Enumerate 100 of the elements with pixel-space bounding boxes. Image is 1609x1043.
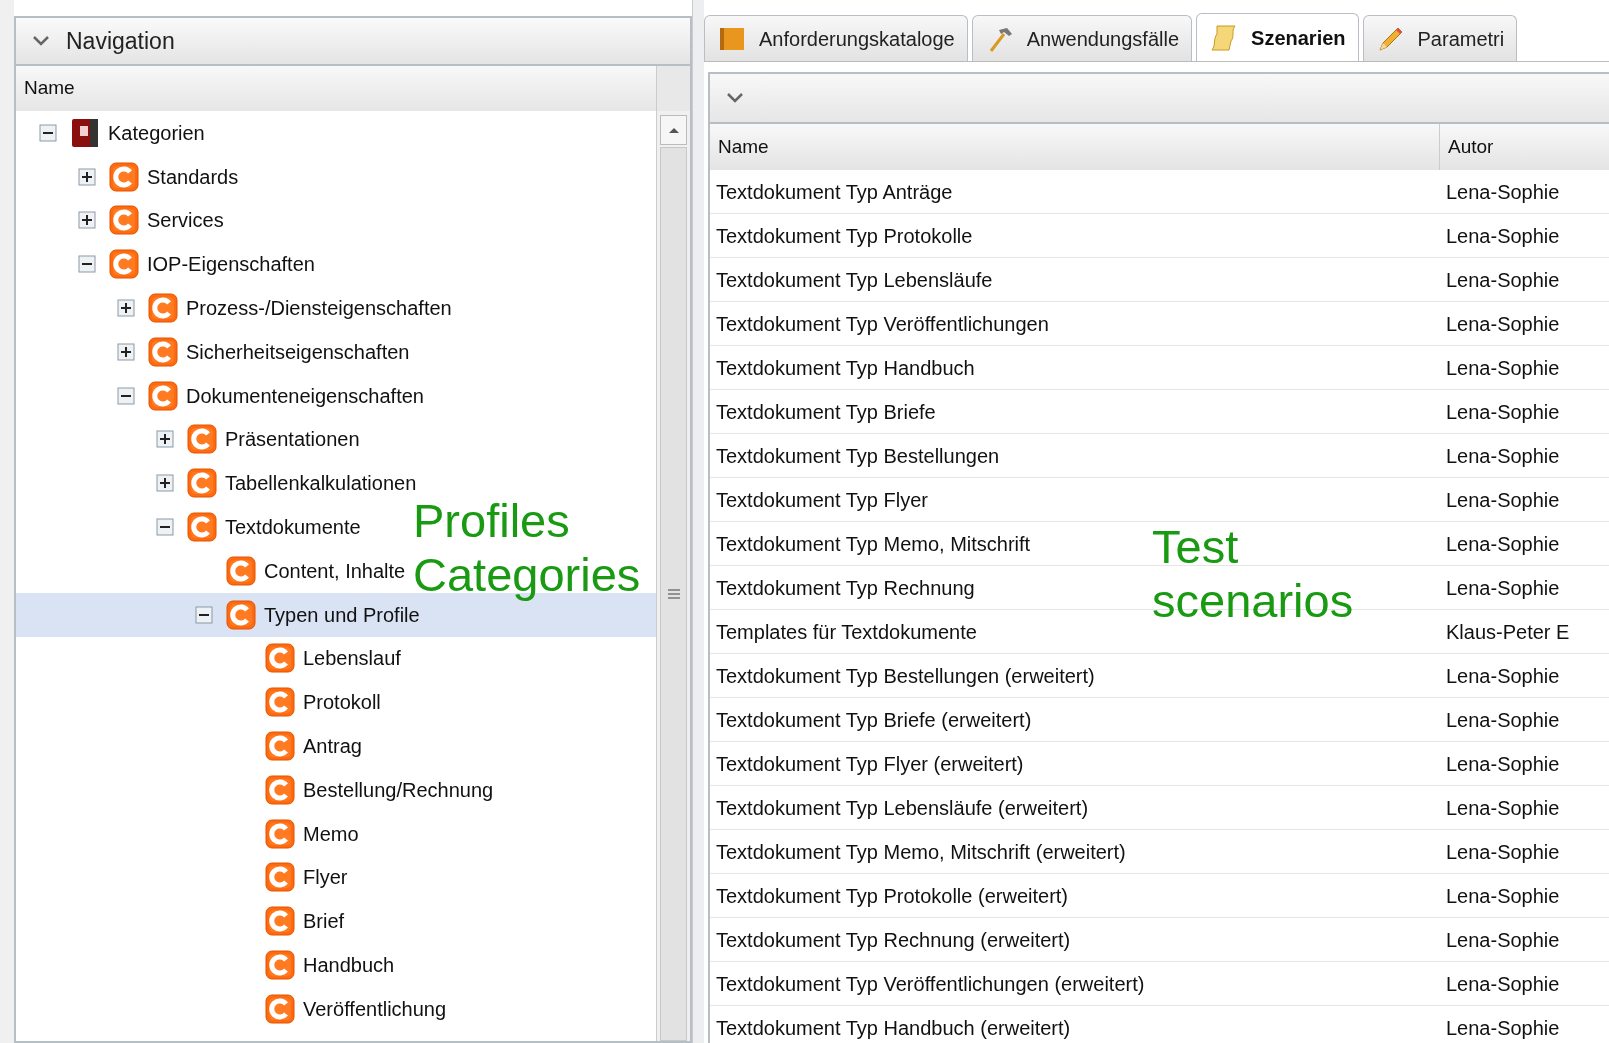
table-cell: Lena-Sophie <box>1446 664 1560 687</box>
category-icon <box>265 862 295 893</box>
category-icon <box>265 950 295 981</box>
table-cell: Lena-Sophie <box>1446 356 1560 379</box>
category-icon <box>265 643 295 674</box>
collapse-icon[interactable] <box>195 605 213 624</box>
table-cell: Lena-Sophie <box>1446 224 1560 247</box>
table-cell: Textdokument Typ Memo, Mitschrift (erweitert) <box>716 840 1126 863</box>
expand-icon[interactable] <box>78 211 96 230</box>
expand-icon[interactable] <box>117 299 135 318</box>
category-icon <box>187 512 217 543</box>
table-cell: Lena-Sophie <box>1446 928 1560 951</box>
expand-icon[interactable] <box>156 474 174 493</box>
tab[interactable]: Anwendungsfälle <box>971 15 1193 61</box>
table-cell: Textdokument Typ Handbuch <box>716 356 975 379</box>
tree-item[interactable]: Präsentationen <box>187 424 360 455</box>
table-cell: Textdokument Typ Anträge <box>716 180 953 203</box>
table-cell: Lena-Sophie <box>1446 576 1560 599</box>
collapse-icon[interactable] <box>78 255 96 274</box>
up-arrow-icon <box>667 126 680 134</box>
table-cell: Textdokument Typ Briefe <box>716 400 936 423</box>
tree-item[interactable]: Kategorien <box>70 117 205 148</box>
table-cell: Lena-Sophie <box>1446 972 1560 995</box>
tree-item[interactable]: Typen und Profile <box>226 599 420 630</box>
table-cell: Textdokument Typ Veröffentlichungen <box>716 312 1049 335</box>
table-cell: Lena-Sophie <box>1446 180 1560 203</box>
table-cell: Textdokument Typ Flyer <box>716 488 928 511</box>
table-cell: Textdokument Typ Briefe (erweitert) <box>716 708 1032 731</box>
tree-item[interactable]: Sicherheitseigenschaften <box>148 336 410 367</box>
tree-item[interactable]: Dokumenteneigenschaften <box>148 380 424 411</box>
tree-item[interactable]: Textdokumente <box>187 512 361 543</box>
panel-title: Navigation <box>66 26 175 56</box>
tree-item[interactable]: Bestellung/Rechnung <box>265 774 494 805</box>
tree-item[interactable]: Flyer <box>265 862 348 893</box>
table-cell: Lena-Sophie <box>1446 884 1560 907</box>
tree-item[interactable]: Services <box>109 205 224 236</box>
table-cell: Templates für Textdokumente <box>716 620 977 643</box>
scrollbar-thumb[interactable] <box>660 147 687 1041</box>
tree-item[interactable]: Antrag <box>265 731 362 762</box>
collapse-icon[interactable] <box>117 386 135 405</box>
category-icon <box>265 906 295 937</box>
table-cell: Lena-Sophie <box>1446 708 1560 731</box>
table-cell: Textdokument Typ Lebensläufe <box>716 268 993 291</box>
table-cell: Lena-Sophie <box>1446 1016 1560 1039</box>
category-icon <box>265 687 295 718</box>
tree-item[interactable]: Brief <box>265 906 345 937</box>
tab[interactable]: Parametri <box>1362 15 1518 61</box>
chevron-down-icon[interactable] <box>726 92 744 104</box>
table-cell: Klaus-Peter E <box>1446 620 1570 643</box>
tree-item[interactable]: Memo <box>265 818 359 849</box>
table-cell: Textdokument Typ Rechnung <box>716 576 975 599</box>
column-header[interactable]: Name <box>710 124 1440 170</box>
category-icon <box>187 424 217 455</box>
table-cell: Lena-Sophie <box>1446 488 1560 511</box>
tree-item[interactable]: Content, Inhalte <box>226 555 406 586</box>
table-cell: Lena-Sophie <box>1446 796 1560 819</box>
scroll-up-button[interactable] <box>660 115 687 145</box>
category-icon <box>148 336 178 367</box>
table-cell: Textdokument Typ Lebensläufe (erweitert) <box>716 796 1089 819</box>
expand-icon[interactable] <box>117 342 135 361</box>
category-icon <box>148 293 178 324</box>
tab[interactable]: Szenarien <box>1196 13 1359 61</box>
category-icon <box>265 731 295 762</box>
column-header[interactable]: Autor <box>1440 124 1609 170</box>
tree-item[interactable]: Protokoll <box>265 687 381 718</box>
book-icon <box>70 117 100 148</box>
category-icon <box>226 599 256 630</box>
table-cell: Lena-Sophie <box>1446 840 1560 863</box>
annotation-label: Test scenarios <box>1152 520 1354 628</box>
table-cell: Textdokument Typ Bestellungen <box>716 444 1000 467</box>
category-icon <box>109 161 139 192</box>
expand-icon[interactable] <box>156 430 174 449</box>
table-cell: Textdokument Typ Memo, Mitschrift <box>716 532 1031 555</box>
chevron-down-icon[interactable] <box>32 35 50 47</box>
category-icon <box>265 818 295 849</box>
tree-item[interactable]: Lebenslauf <box>265 643 401 674</box>
category-icon <box>148 380 178 411</box>
category-icon <box>226 555 256 586</box>
table-cell: Lena-Sophie <box>1446 400 1560 423</box>
table-cell: Textdokument Typ Bestellungen (erweitert) <box>716 664 1095 687</box>
column-header[interactable]: Name <box>16 66 656 111</box>
tree-item[interactable]: Veröffentlichung <box>265 993 447 1024</box>
tree-item[interactable]: IOP-Eigenschaften <box>109 249 315 280</box>
table-cell: Lena-Sophie <box>1446 444 1560 467</box>
tab[interactable]: Anforderungskataloge <box>704 15 968 61</box>
category-icon <box>109 249 139 280</box>
table-cell: Textdokument Typ Handbuch (erweitert) <box>716 1016 1071 1039</box>
tree-item[interactable]: Handbuch <box>265 950 395 981</box>
category-icon <box>265 993 295 1024</box>
grip-icon <box>666 587 681 601</box>
collapse-icon[interactable] <box>156 518 174 537</box>
tree-item[interactable]: Prozess-/Diensteigenschaften <box>148 293 452 324</box>
collapse-icon[interactable] <box>39 123 57 142</box>
category-icon <box>265 774 295 805</box>
tree-item[interactable]: Standards <box>109 161 239 192</box>
table-cell: Textdokument Typ Protokolle <box>716 224 973 247</box>
expand-icon[interactable] <box>78 167 96 186</box>
category-icon <box>187 468 217 499</box>
table-cell: Textdokument Typ Flyer (erweitert) <box>716 752 1024 775</box>
table-cell: Textdokument Typ Rechnung (erweitert) <box>716 928 1071 951</box>
